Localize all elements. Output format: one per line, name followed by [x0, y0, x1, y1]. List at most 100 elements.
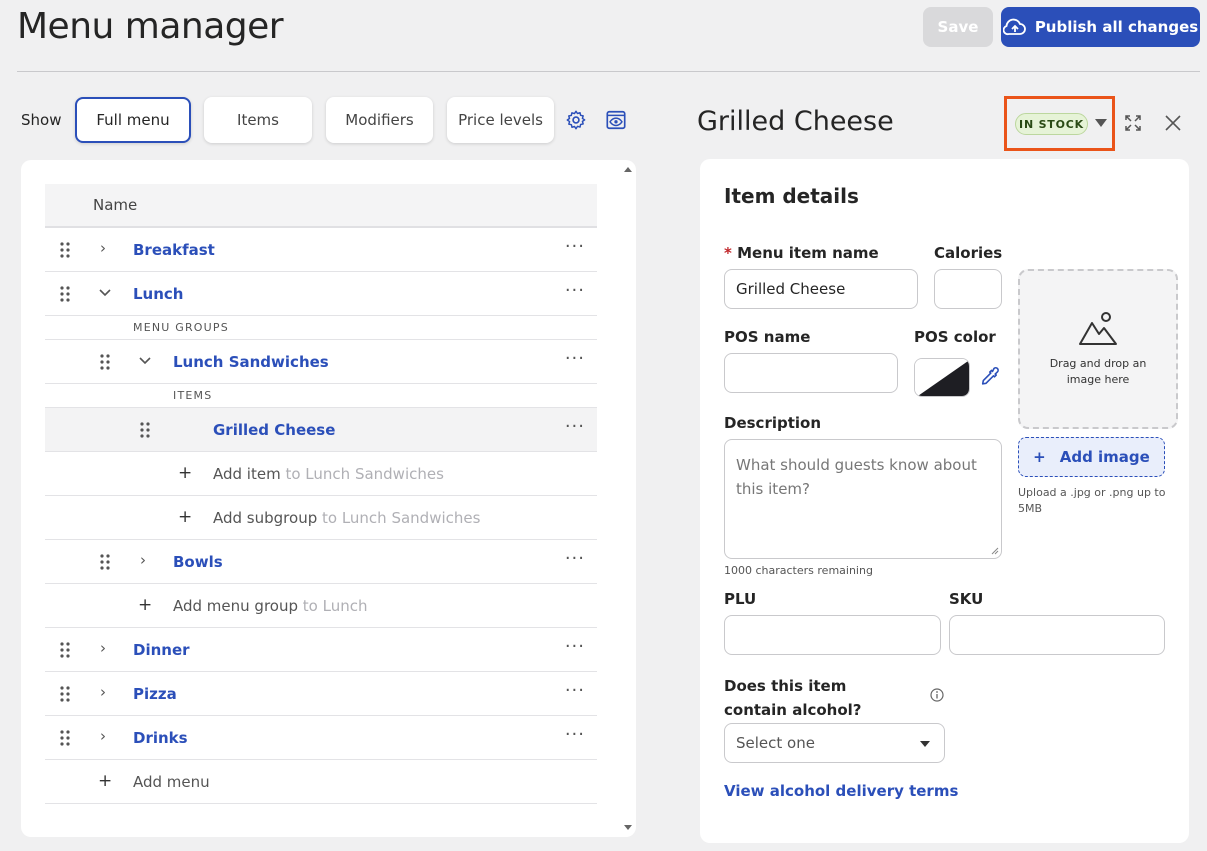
tree-row-lunch[interactable]: Lunch ··· [45, 272, 597, 316]
chevron-right-icon[interactable]: › [100, 239, 106, 257]
group-name-bowls[interactable]: Bowls [173, 553, 223, 571]
publish-all-changes-button[interactable]: Publish all changes [1001, 7, 1200, 47]
resize-handle-icon[interactable] [990, 546, 999, 555]
tree-row-drinks[interactable]: › Drinks ··· [45, 716, 597, 760]
chevron-right-icon[interactable]: › [100, 727, 106, 745]
more-options-icon[interactable]: ··· [565, 724, 585, 745]
characters-remaining: 1000 characters remaining [724, 564, 873, 577]
add-item-text: Add item [213, 465, 281, 483]
menu-name-breakfast[interactable]: Breakfast [133, 241, 215, 259]
required-asterisk: * [724, 244, 732, 262]
image-upload-icon [1079, 312, 1117, 345]
preview-eye-icon[interactable] [604, 108, 628, 132]
tab-full-menu[interactable]: Full menu [75, 97, 191, 143]
description-textarea[interactable]: What should guests know about this item? [724, 439, 1002, 559]
group-name-lunch-sandwiches[interactable]: Lunch Sandwiches [173, 353, 329, 371]
stock-dropdown-caret-icon[interactable] [1094, 118, 1108, 128]
more-options-icon[interactable]: ··· [565, 280, 585, 301]
more-options-icon[interactable]: ··· [565, 236, 585, 257]
calories-input[interactable] [934, 269, 1002, 309]
add-menu-group-text: Add menu group [173, 597, 298, 615]
tree-row-grilled-cheese[interactable]: Grilled Cheese ··· [45, 408, 597, 452]
add-image-label: Add image [1059, 448, 1150, 466]
tree-row-dinner[interactable]: › Dinner ··· [45, 628, 597, 672]
plu-label: PLU [724, 590, 757, 608]
alcohol-select[interactable]: Select one [724, 723, 945, 763]
tree-row-pizza[interactable]: › Pizza ··· [45, 672, 597, 716]
chevron-right-icon[interactable]: › [140, 551, 146, 569]
tree-row-bowls[interactable]: › Bowls ··· [45, 540, 597, 584]
add-menu-group-row[interactable]: + Add menu group to Lunch [45, 584, 597, 628]
tab-modifiers[interactable]: Modifiers [326, 97, 433, 143]
drag-handle-icon[interactable] [59, 241, 71, 259]
image-dropzone[interactable]: Drag and drop an image here [1018, 269, 1178, 429]
menu-item-name-label: Menu item name [737, 244, 879, 262]
more-options-icon[interactable]: ··· [565, 348, 585, 369]
pos-color-swatch[interactable] [914, 358, 970, 397]
more-options-icon[interactable]: ··· [565, 416, 585, 437]
pos-name-input[interactable] [724, 353, 898, 393]
add-subgroup-row[interactable]: + Add subgroup to Lunch Sandwiches [45, 496, 597, 540]
drag-handle-icon[interactable] [139, 421, 151, 439]
tree-row-lunch-sandwiches[interactable]: Lunch Sandwiches ··· [45, 340, 597, 384]
pos-name-label: POS name [724, 328, 811, 346]
drag-handle-icon[interactable] [59, 729, 71, 747]
chevron-right-icon[interactable]: › [100, 683, 106, 701]
plus-icon: + [178, 507, 193, 527]
plus-icon: + [98, 771, 113, 791]
menu-name-lunch[interactable]: Lunch [133, 285, 184, 303]
page-title: Menu manager [17, 6, 284, 47]
plus-icon: + [1033, 448, 1046, 466]
item-name-grilled-cheese[interactable]: Grilled Cheese [213, 421, 335, 439]
menu-item-name-input[interactable]: Grilled Cheese [724, 269, 918, 309]
menu-name-pizza[interactable]: Pizza [133, 685, 177, 703]
pos-color-label: POS color [914, 328, 996, 346]
add-item-row[interactable]: + Add item to Lunch Sandwiches [45, 452, 597, 496]
more-options-icon[interactable]: ··· [565, 680, 585, 701]
more-options-icon[interactable]: ··· [565, 636, 585, 657]
description-label: Description [724, 414, 822, 432]
sku-input[interactable] [949, 615, 1165, 655]
add-image-button[interactable]: + Add image [1018, 437, 1165, 477]
tab-items[interactable]: Items [204, 97, 312, 143]
drag-handle-icon[interactable] [99, 553, 111, 571]
more-options-icon[interactable]: ··· [565, 548, 585, 569]
add-menu-group-hint: to Lunch [302, 597, 368, 615]
menu-name-dinner[interactable]: Dinner [133, 641, 190, 659]
alcohol-question-label: Does this item contain alcohol? [724, 677, 862, 719]
add-menu-row[interactable]: + Add menu [45, 760, 597, 804]
tree-row-breakfast[interactable]: › Breakfast ··· [45, 228, 597, 272]
tree-scrollbar[interactable] [621, 160, 635, 837]
dropzone-text: Drag and drop an image here [1049, 357, 1147, 386]
add-item-hint: to Lunch Sandwiches [285, 465, 444, 483]
upload-hint: Upload a .jpg or .png up to 5MB [1018, 486, 1166, 515]
menu-name-drinks[interactable]: Drinks [133, 729, 188, 747]
expand-icon[interactable] [1124, 114, 1142, 132]
settings-gear-icon[interactable] [564, 108, 588, 132]
drag-handle-icon[interactable] [59, 685, 71, 703]
drag-handle-icon[interactable] [59, 641, 71, 659]
plu-input[interactable] [724, 615, 941, 655]
plus-icon: + [138, 595, 153, 615]
calories-label: Calories [934, 244, 1003, 262]
show-label: Show [21, 111, 62, 129]
column-name-label: Name [93, 196, 138, 214]
chevron-down-icon[interactable] [99, 289, 111, 297]
eyedropper-icon[interactable] [979, 366, 1001, 388]
drag-handle-icon[interactable] [99, 353, 111, 371]
item-detail-title: Grilled Cheese [697, 106, 894, 137]
close-icon[interactable] [1165, 115, 1181, 131]
info-icon[interactable] [930, 688, 944, 702]
cloud-upload-icon [1002, 18, 1026, 36]
chevron-right-icon[interactable]: › [100, 639, 106, 657]
alcohol-delivery-terms-link[interactable]: View alcohol delivery terms [724, 782, 958, 800]
stock-status-badge[interactable]: IN STOCK [1015, 113, 1088, 135]
tree-column-header: Name [45, 184, 597, 228]
items-label: ITEMS [45, 384, 597, 408]
publish-label: Publish all changes [1034, 18, 1199, 36]
save-button[interactable]: Save [923, 7, 993, 47]
drag-handle-icon[interactable] [59, 285, 71, 303]
chevron-down-icon[interactable] [139, 357, 151, 365]
menu-groups-label: MENU GROUPS [45, 316, 597, 340]
tab-price-levels[interactable]: Price levels [447, 97, 554, 143]
